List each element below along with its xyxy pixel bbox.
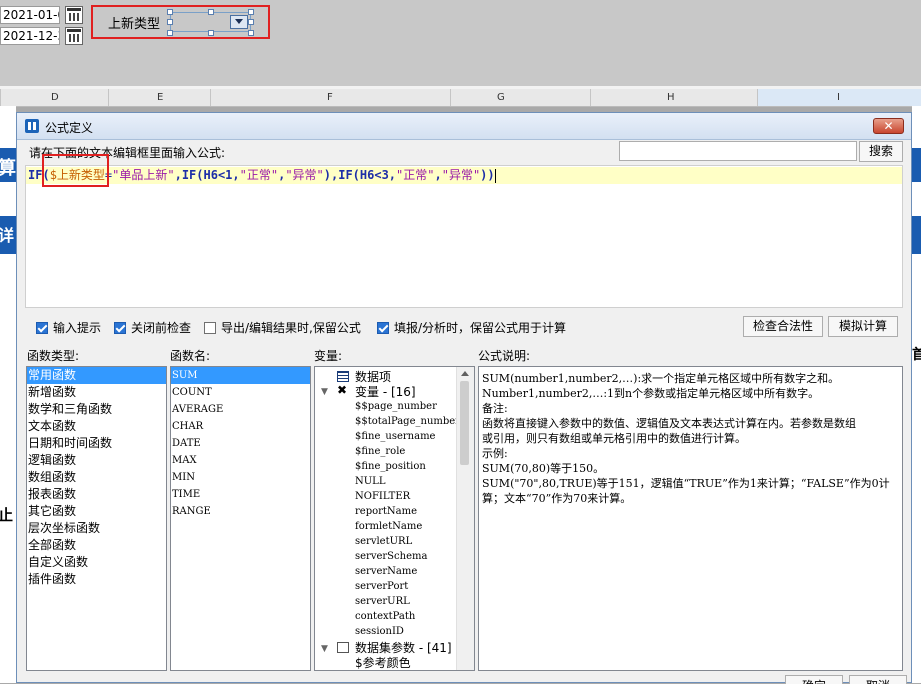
list-item[interactable]: MIN <box>171 469 310 486</box>
variables-label: 变量: <box>314 349 343 363</box>
list-item[interactable]: 全部函数 <box>27 537 166 554</box>
list-item[interactable]: DATE <box>171 435 310 452</box>
func-name-list[interactable]: SUM COUNT AVERAGE CHAR DATE MAX MIN TIME… <box>170 366 311 671</box>
list-item[interactable]: RANGE <box>171 503 310 520</box>
search-input[interactable] <box>619 141 857 161</box>
list-item[interactable]: COUNT <box>171 384 310 401</box>
list-item[interactable]: 自定义函数 <box>27 554 166 571</box>
formula-dialog: 公式定义 ✕ 请在下面的文本编辑框里面输入公式: 搜索 IF($上新类型="单品… <box>16 112 912 684</box>
variable-icon: ✖ <box>337 383 348 397</box>
column-label[interactable]: I <box>837 89 840 106</box>
data-items-icon <box>337 371 349 382</box>
variable-item[interactable]: NULL <box>355 476 385 487</box>
list-item[interactable]: 其它函数 <box>27 503 166 520</box>
sheet-left-edge: 算 详 止 <box>0 106 16 683</box>
list-item[interactable]: SUM <box>171 367 310 384</box>
variable-item[interactable]: formletName <box>355 521 422 532</box>
close-button[interactable]: ✕ <box>873 118 904 134</box>
variable-item[interactable]: $$page_number <box>355 401 437 412</box>
list-item[interactable]: 数组函数 <box>27 469 166 486</box>
checkbox-checked-icon[interactable] <box>114 322 126 334</box>
column-label[interactable]: H <box>667 89 675 106</box>
formula-description: SUM(number1,number2,…):求一个指定单元格区域中所有数字之和… <box>478 366 903 671</box>
keep-on-fill-checkbox[interactable]: 填报/分析时，保留公式用于计算 <box>377 321 566 337</box>
param-highlight-box <box>91 5 270 39</box>
variable-item[interactable]: serverName <box>355 566 417 577</box>
list-item[interactable]: 新增函数 <box>27 384 166 401</box>
variable-item[interactable]: $fine_username <box>355 431 435 442</box>
description-label: 公式说明: <box>478 349 531 363</box>
checkbox-unchecked-icon[interactable] <box>204 322 216 334</box>
variable-item[interactable]: serverPort <box>355 581 408 592</box>
list-item[interactable]: 逻辑函数 <box>27 452 166 469</box>
list-item[interactable]: 层次坐标函数 <box>27 520 166 537</box>
dataset-icon <box>337 642 349 653</box>
search-button[interactable]: 搜索 <box>859 141 903 162</box>
chevron-down-icon[interactable]: ▼ <box>321 387 328 397</box>
variable-item[interactable]: $$totalPage_number <box>355 416 460 427</box>
calendar-icon[interactable] <box>65 6 83 24</box>
list-item[interactable]: TIME <box>171 486 310 503</box>
sheet-title-fragment: 算 <box>0 158 16 179</box>
formula-highlight-box <box>42 154 109 187</box>
variables-scrollbar[interactable] <box>456 367 474 670</box>
dataset-param-item[interactable]: $参考颜色 <box>355 654 411 670</box>
app-logo-icon <box>25 119 39 133</box>
variable-item[interactable]: contextPath <box>355 611 415 622</box>
list-item[interactable]: 文本函数 <box>27 418 166 435</box>
variable-item[interactable]: servletURL <box>355 536 412 547</box>
list-item[interactable]: 日期和时间函数 <box>27 435 166 452</box>
dialog-title: 公式定义 <box>45 121 94 135</box>
column-label[interactable]: E <box>157 89 163 106</box>
func-type-label: 函数类型: <box>27 349 80 363</box>
column-label[interactable]: G <box>497 89 505 106</box>
variable-item[interactable]: NOFILTER <box>355 491 410 502</box>
variable-item[interactable]: $fine_position <box>355 461 426 472</box>
dialog-titlebar[interactable]: 公式定义 ✕ <box>17 113 911 140</box>
keep-on-export-checkbox[interactable]: 导出/编辑结果时,保留公式 <box>204 321 361 337</box>
column-label[interactable]: D <box>51 89 59 106</box>
variable-item[interactable]: serverURL <box>355 596 410 607</box>
column-label[interactable]: F <box>327 89 333 106</box>
header-band <box>912 216 921 254</box>
sheet-cell-fragment: 首 <box>912 347 921 363</box>
check-validity-button[interactable]: 检查合法性 <box>743 316 823 337</box>
text-caret <box>494 168 496 183</box>
list-item[interactable]: MAX <box>171 452 310 469</box>
list-item[interactable]: 常用函数 <box>27 367 166 384</box>
checkbox-checked-icon[interactable] <box>36 322 48 334</box>
list-item[interactable]: 数学和三角函数 <box>27 401 166 418</box>
column-header: D E F G H I <box>0 89 921 107</box>
chevron-down-icon[interactable]: ▼ <box>321 644 328 654</box>
simulate-calc-button[interactable]: 模拟计算 <box>828 316 898 337</box>
sheet-right-edge: 首 <box>912 106 921 683</box>
scrollbar-thumb[interactable] <box>460 381 469 465</box>
list-item[interactable]: 插件函数 <box>27 571 166 588</box>
sheet-header-fragment: 详 <box>0 226 15 245</box>
end-date-input[interactable]: 2021-12-31 <box>0 27 60 45</box>
check-on-close-checkbox[interactable]: 关闭前检查 <box>114 321 191 337</box>
formula-editor[interactable]: IF($上新类型="单品上新",IF(H6<1,"正常","异常"),IF(H6… <box>25 165 903 308</box>
variable-item[interactable]: serverSchema <box>355 551 427 562</box>
scroll-up-icon[interactable] <box>461 371 469 376</box>
start-date-input[interactable]: 2021-01-01 <box>0 6 60 24</box>
title-band <box>912 148 921 182</box>
func-type-list[interactable]: 常用函数 新增函数 数学和三角函数 文本函数 日期和时间函数 逻辑函数 数组函数… <box>26 366 167 671</box>
variable-group-node[interactable]: 变量 - [16] <box>355 383 416 400</box>
variable-item[interactable]: $fine_role <box>355 446 405 457</box>
calendar-icon[interactable] <box>65 27 83 45</box>
list-item[interactable]: 报表函数 <box>27 486 166 503</box>
variable-item[interactable]: reportName <box>355 506 417 517</box>
input-hint-checkbox[interactable]: 输入提示 <box>36 321 101 337</box>
checkbox-checked-icon[interactable] <box>377 322 389 334</box>
list-item[interactable]: CHAR <box>171 418 310 435</box>
variables-tree[interactable]: 数据项 ▼ ✖ 变量 - [16] $$page_number $$totalP… <box>314 366 475 671</box>
variable-item[interactable]: sessionID <box>355 626 404 637</box>
list-item[interactable]: AVERAGE <box>171 401 310 418</box>
func-name-label: 函数名: <box>170 349 211 363</box>
sheet-cell-fragment: 止 <box>0 506 14 524</box>
